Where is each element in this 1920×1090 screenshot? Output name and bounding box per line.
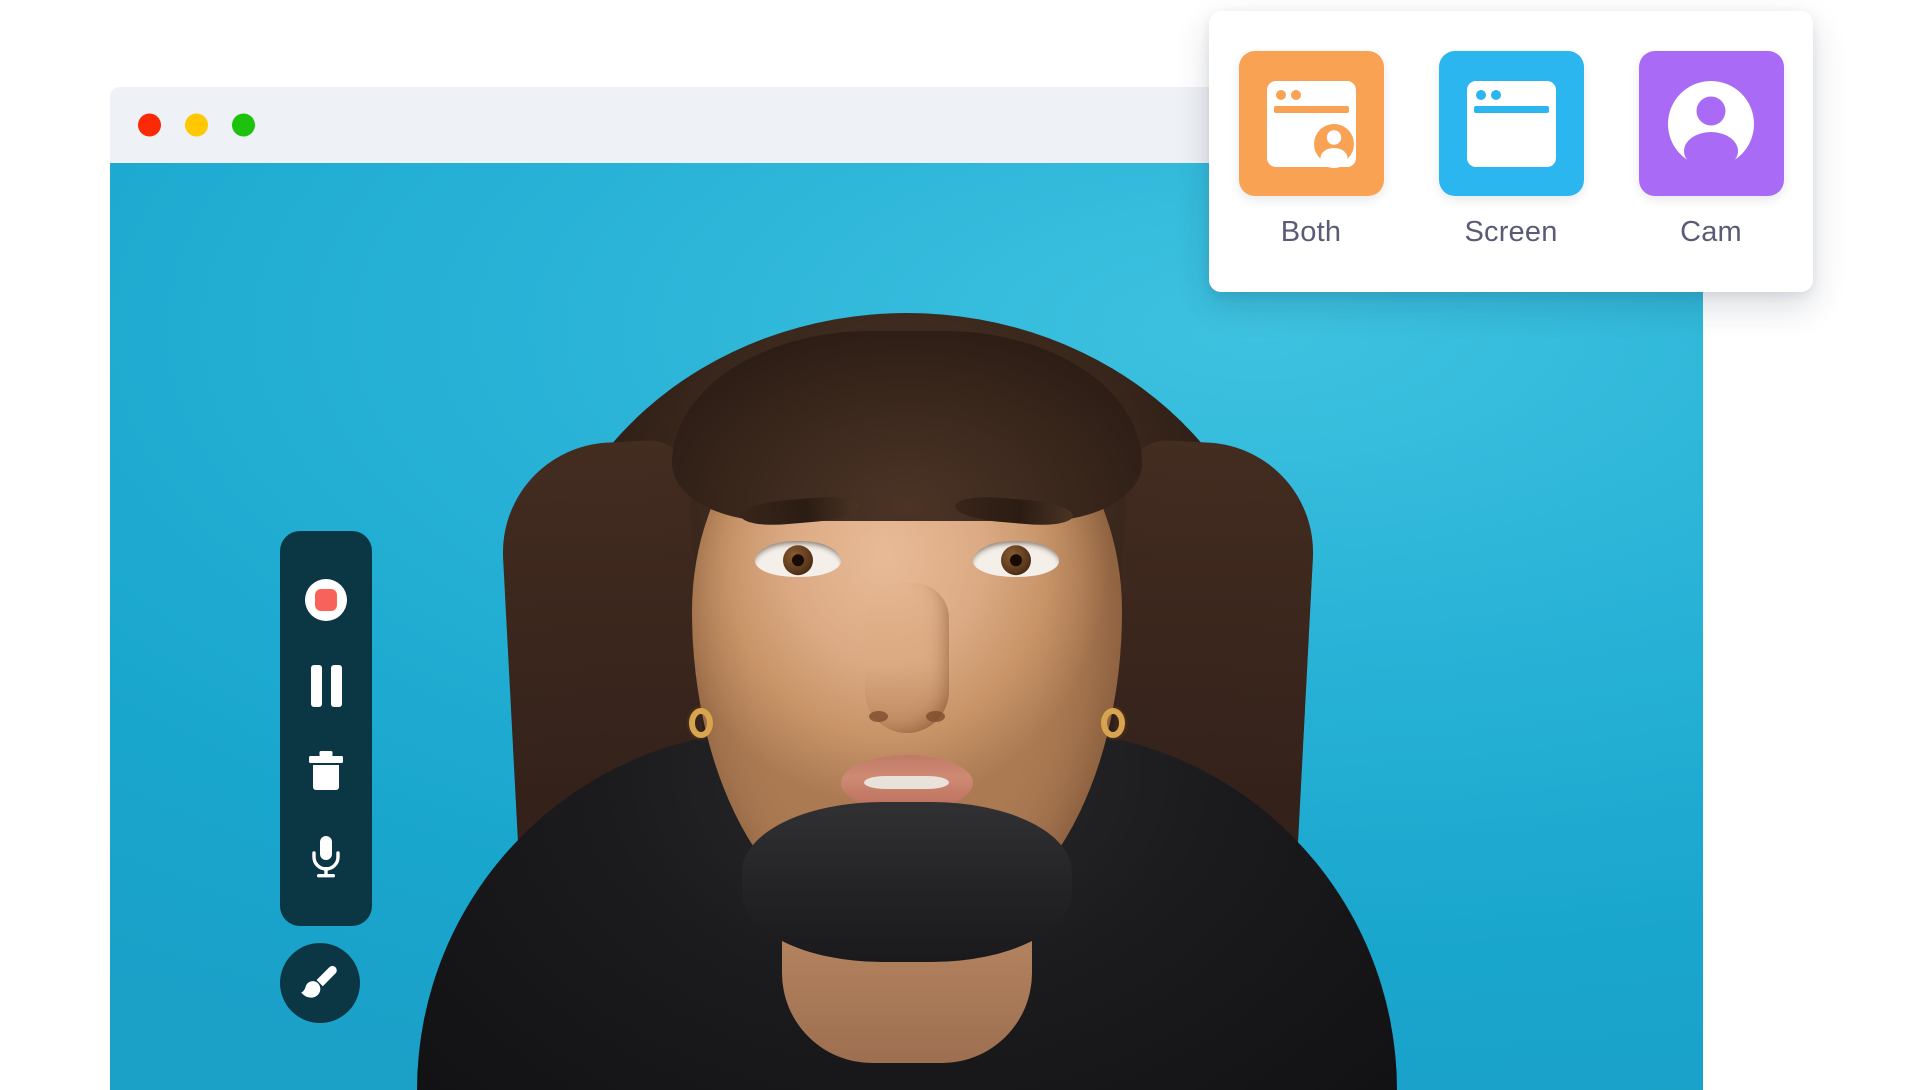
pupil-left xyxy=(791,554,804,567)
app-root: Both Screen Cam xyxy=(0,0,1920,1090)
traffic-light-group xyxy=(138,113,255,137)
source-label-screen: Screen xyxy=(1464,216,1558,248)
recording-toolbar xyxy=(280,531,372,926)
iris-left xyxy=(782,545,813,576)
nostril-left xyxy=(868,711,888,722)
teeth xyxy=(864,776,949,789)
delete-button[interactable] xyxy=(298,743,354,799)
earring-left xyxy=(688,708,713,738)
turtleneck-collar xyxy=(741,802,1072,962)
source-option-screen[interactable]: Screen xyxy=(1438,51,1584,249)
pause-icon xyxy=(310,664,342,707)
close-traffic-light-icon[interactable] xyxy=(138,113,161,137)
minimize-traffic-light-icon[interactable] xyxy=(185,113,208,137)
source-tile-cam xyxy=(1638,51,1784,196)
cam-icon xyxy=(1668,80,1754,170)
source-option-both[interactable]: Both xyxy=(1238,51,1384,249)
microphone-icon xyxy=(312,836,340,878)
source-picker-popup: Both Screen Cam xyxy=(1209,11,1813,292)
record-button[interactable] xyxy=(298,572,354,628)
pause-button[interactable] xyxy=(298,658,354,714)
pupil-right xyxy=(1009,554,1022,567)
annotate-button[interactable] xyxy=(280,943,360,1023)
source-option-cam[interactable]: Cam xyxy=(1638,51,1784,249)
eye-right xyxy=(972,541,1059,577)
screen-icon xyxy=(1466,80,1556,167)
source-label-cam: Cam xyxy=(1680,216,1742,248)
source-tile-screen xyxy=(1438,51,1584,196)
webcam-video-preview xyxy=(110,163,1703,1090)
iris-right xyxy=(1000,545,1031,576)
earring-right xyxy=(1100,708,1125,738)
maximize-traffic-light-icon[interactable] xyxy=(232,113,255,137)
eye-left xyxy=(754,541,841,577)
screen-and-cam-icon xyxy=(1266,80,1356,168)
microphone-button[interactable] xyxy=(298,829,354,885)
nostril-right xyxy=(925,711,945,722)
source-label-both: Both xyxy=(1280,216,1342,248)
record-icon xyxy=(305,578,347,621)
trash-icon xyxy=(309,751,343,791)
paintbrush-icon xyxy=(301,965,337,998)
source-tile-both xyxy=(1238,51,1384,196)
